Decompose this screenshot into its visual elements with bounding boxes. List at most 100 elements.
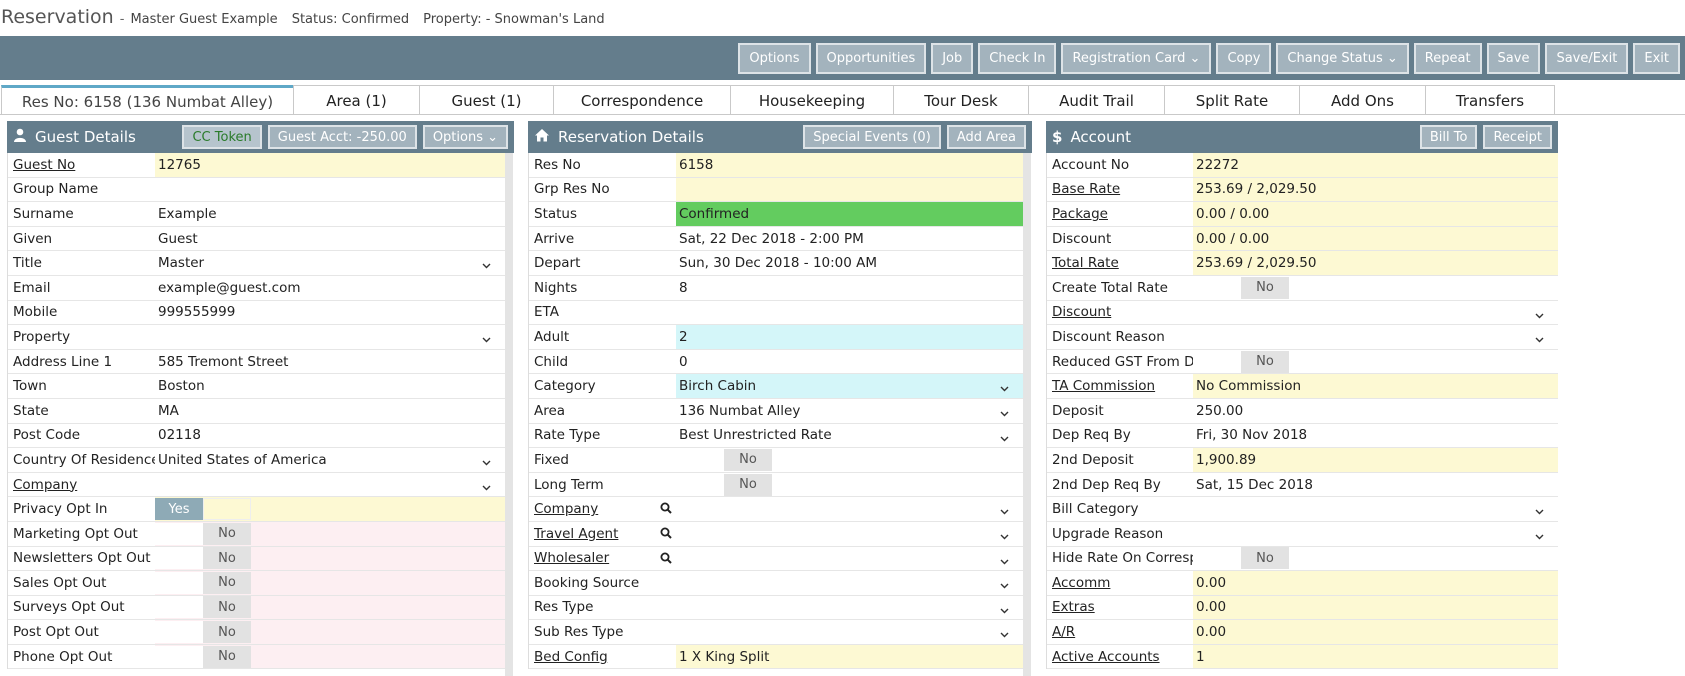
toggle-no[interactable]: No [203, 596, 251, 619]
travel-agent-select[interactable] [676, 522, 1023, 546]
chevron-down-icon[interactable] [1000, 551, 1009, 569]
chevron-down-icon[interactable] [482, 329, 491, 347]
toggle-no[interactable]: No [1241, 276, 1289, 299]
bill-category-select[interactable] [1193, 497, 1558, 521]
panel-scrollbar[interactable] [505, 153, 513, 676]
state-field[interactable]: MA [155, 399, 505, 423]
post-opt-out-toggle[interactable]: No [155, 620, 505, 644]
receipt-button[interactable]: Receipt [1483, 125, 1552, 149]
tab-area-1[interactable]: Area (1) [293, 85, 420, 115]
discount-reason-select[interactable] [1193, 325, 1558, 349]
bed-config-field[interactable]: 1 X King Split [676, 644, 1023, 669]
discount-field[interactable]: 0.00 / 0.00 [1193, 226, 1558, 251]
package-label[interactable]: Package [1047, 202, 1193, 226]
toggle-off-slot[interactable] [203, 498, 251, 521]
chevron-down-icon[interactable] [1000, 575, 1009, 593]
arrive-field[interactable]: Sat, 22 Dec 2018 - 2:00 PM [676, 227, 1023, 251]
travel-agent-label[interactable]: Travel Agent [529, 522, 676, 546]
rate-type-select[interactable]: Best Unrestricted Rate [676, 424, 1023, 448]
toggle-on-slot[interactable] [1193, 276, 1241, 299]
exit-button[interactable]: Exit [1633, 42, 1680, 74]
toggle-switch[interactable]: No [1193, 350, 1289, 373]
repeat-button[interactable]: Repeat [1413, 42, 1482, 74]
toggle-no[interactable]: No [203, 621, 251, 644]
create-total-rate-toggle[interactable]: No [1193, 276, 1558, 300]
guest-acct-250-00-button[interactable]: Guest Acct: -250.00 [267, 125, 417, 149]
options-button[interactable]: Options [738, 42, 811, 74]
toggle-on-slot[interactable] [1193, 547, 1241, 570]
search-icon[interactable] [660, 502, 672, 518]
toggle-switch[interactable]: No [155, 522, 251, 545]
accomm-label[interactable]: Accomm [1047, 571, 1193, 595]
panel-scrollbar[interactable] [1023, 153, 1031, 676]
group-name-field[interactable] [155, 178, 505, 202]
surveys-opt-out-toggle[interactable]: No [155, 595, 505, 620]
deposit-field[interactable]: 250.00 [1193, 399, 1558, 423]
toggle-switch[interactable]: No [155, 596, 251, 619]
company-select[interactable] [676, 497, 1023, 521]
country-of-residence-select[interactable]: United States of America [155, 448, 505, 472]
search-icon[interactable] [660, 527, 672, 543]
given-field[interactable]: Guest [155, 227, 505, 251]
a-r-label[interactable]: A/R [1047, 620, 1193, 644]
wholesaler-select[interactable] [676, 547, 1023, 571]
bill-to-button[interactable]: Bill To [1419, 125, 1478, 149]
toggle-yes[interactable]: Yes [155, 498, 203, 521]
opportunities-button[interactable]: Opportunities [815, 42, 927, 74]
total-rate-label[interactable]: Total Rate [1047, 251, 1193, 275]
toggle-no[interactable]: No [203, 645, 251, 668]
chevron-down-icon[interactable] [482, 452, 491, 470]
toggle-switch[interactable]: No [1193, 547, 1289, 570]
privacy-opt-in-toggle[interactable]: Yes [155, 497, 505, 521]
toggle-on-slot[interactable] [155, 621, 203, 644]
fixed-toggle[interactable]: No [676, 448, 1023, 472]
long-term-toggle[interactable]: No [676, 473, 1023, 497]
company-label[interactable]: Company [529, 497, 676, 521]
discount-label[interactable]: Discount [1047, 301, 1193, 325]
toggle-switch[interactable]: No [155, 547, 251, 570]
child-field[interactable]: 0 [676, 350, 1023, 374]
chevron-down-icon[interactable] [1000, 378, 1009, 396]
active-accounts-label[interactable]: Active Accounts [1047, 645, 1193, 669]
depart-field[interactable]: Sun, 30 Dec 2018 - 10:00 AM [676, 251, 1023, 275]
cc-token-button[interactable]: CC Token [182, 125, 262, 149]
chevron-down-icon[interactable] [1000, 624, 1009, 642]
surname-field[interactable]: Example [155, 202, 505, 226]
package-field[interactable]: 0.00 / 0.00 [1193, 202, 1558, 226]
copy-button[interactable]: Copy [1216, 42, 1272, 74]
town-field[interactable]: Boston [155, 374, 505, 398]
sales-opt-out-toggle[interactable]: No [155, 571, 505, 595]
area-select[interactable]: 136 Numbat Alley [676, 399, 1023, 423]
chevron-down-icon[interactable] [1000, 600, 1009, 618]
base-rate-label[interactable]: Base Rate [1047, 178, 1193, 202]
tab-transfers[interactable]: Transfers [1425, 85, 1555, 115]
tab-tour-desk[interactable]: Tour Desk [893, 85, 1029, 115]
toggle-no[interactable]: No [203, 571, 251, 594]
options-button[interactable]: Options ⌄ [422, 125, 508, 149]
bed-config-label[interactable]: Bed Config [529, 645, 676, 669]
post-code-field[interactable]: 02118 [155, 424, 505, 448]
booking-source-select[interactable] [676, 571, 1023, 595]
res-no-field[interactable]: 6158 [676, 153, 1023, 177]
nights-field[interactable]: 8 [676, 276, 1023, 300]
toggle-on-slot[interactable] [155, 522, 203, 545]
tab-add-ons[interactable]: Add Ons [1299, 85, 1426, 115]
special-events-0-button[interactable]: Special Events (0) [803, 125, 941, 149]
account-no-field[interactable]: 22272 [1193, 153, 1558, 177]
guest-no-field[interactable]: 12765 [155, 153, 505, 177]
tab-housekeeping[interactable]: Housekeeping [730, 85, 894, 115]
chevron-down-icon[interactable] [1535, 329, 1544, 347]
ta-commission-field[interactable]: No Commission [1193, 374, 1558, 398]
address-line-1-field[interactable]: 585 Tremont Street [155, 350, 505, 374]
chevron-down-icon[interactable] [1535, 305, 1544, 323]
toggle-no[interactable]: No [724, 448, 772, 471]
toggle-on-slot[interactable] [155, 596, 203, 619]
chevron-down-icon[interactable] [482, 255, 491, 273]
toggle-switch[interactable]: No [155, 621, 251, 644]
add-area-button[interactable]: Add Area [946, 125, 1026, 149]
check-in-button[interactable]: Check In [978, 42, 1057, 74]
tab-res-no-6158-136-numbat-alley[interactable]: Res No: 6158 (136 Numbat Alley) [1, 85, 294, 115]
2nd-dep-req-by-field[interactable]: Sat, 15 Dec 2018 [1193, 473, 1558, 497]
category-select[interactable]: Birch Cabin [676, 374, 1023, 398]
tab-correspondence[interactable]: Correspondence [553, 85, 731, 115]
